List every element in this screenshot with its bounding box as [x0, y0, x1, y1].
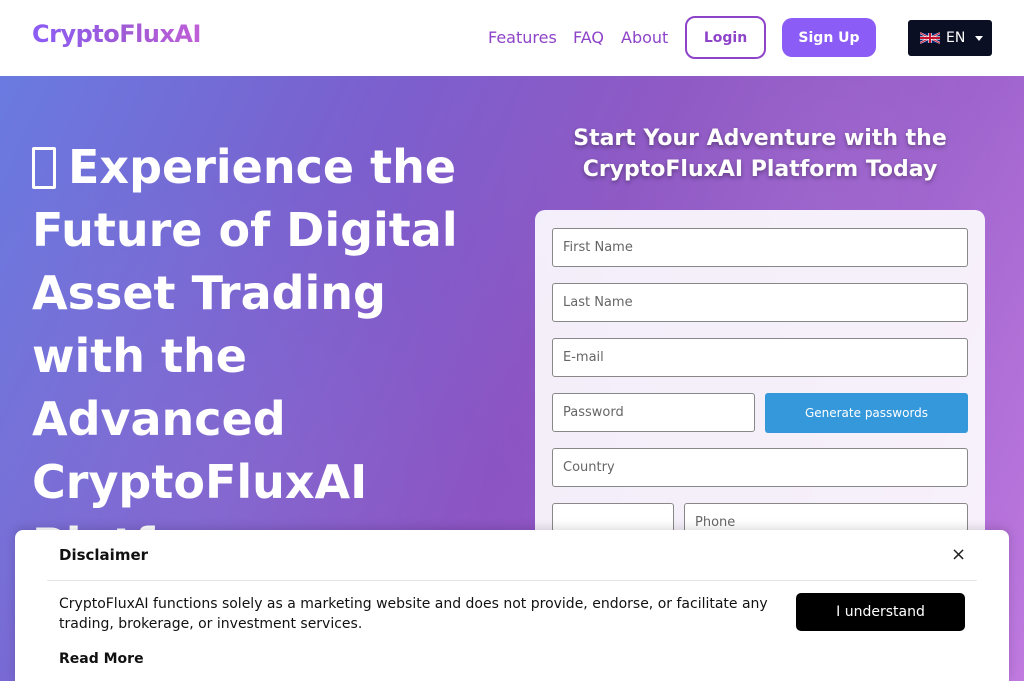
disclaimer-title: Disclaimer [59, 546, 149, 564]
generate-password-button[interactable]: Generate passwords [765, 393, 968, 433]
disclaimer-text: CryptoFluxAI functions solely as a marke… [59, 596, 768, 632]
missing-glyph-icon [32, 147, 56, 189]
nav-link-faq[interactable]: FAQ [573, 28, 604, 47]
nav-link-features[interactable]: Features [488, 28, 557, 47]
hero-headline-text: Experience the Future of Digital Asset T… [32, 140, 458, 572]
understand-button[interactable]: I understand [796, 593, 965, 631]
nav-link-about[interactable]: About [621, 28, 668, 47]
close-icon[interactable]: × [951, 544, 966, 565]
signup-button[interactable]: Sign Up [782, 18, 876, 57]
language-selector[interactable]: EN [908, 20, 992, 56]
login-button[interactable]: Login [685, 16, 766, 59]
first-name-input[interactable] [552, 228, 968, 267]
last-name-input[interactable] [552, 283, 968, 322]
read-more-link[interactable]: Read More [59, 651, 144, 667]
language-code: EN [946, 30, 966, 46]
password-input[interactable] [552, 393, 755, 432]
email-input[interactable] [552, 338, 968, 377]
form-title: Start Your Adventure with the CryptoFlux… [573, 126, 947, 182]
site-header: CryptoFluxAI Features FAQ About Login Si… [0, 0, 1024, 76]
hero-headline: Experience the Future of Digital Asset T… [32, 136, 502, 577]
disclaimer-banner: Disclaimer × CryptoFluxAI functions sole… [15, 530, 1009, 681]
uk-flag-icon [920, 32, 940, 44]
divider [47, 580, 977, 581]
chevron-down-icon [975, 35, 984, 41]
country-input[interactable] [552, 448, 968, 487]
logo[interactable]: CryptoFluxAI [32, 20, 201, 48]
